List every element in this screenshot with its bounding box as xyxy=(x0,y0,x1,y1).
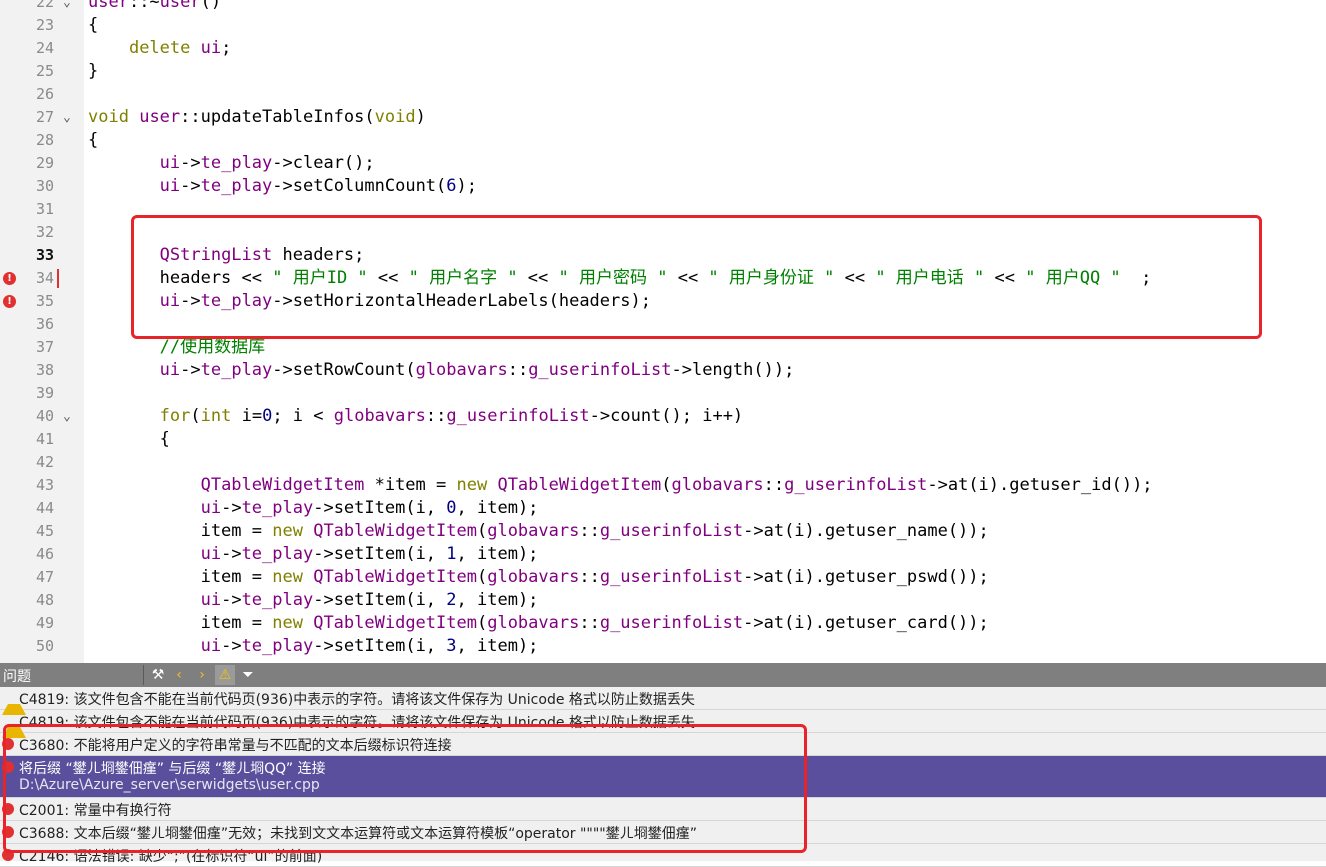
code-line-23[interactable]: 23 { xyxy=(0,14,1326,37)
code-text[interactable]: QTableWidgetItem *item = new QTableWidge… xyxy=(88,474,1153,497)
issue-text: C4819: 该文件包含不能在当前代码页(936)中表示的字符。请将该文件保存为… xyxy=(19,692,695,708)
issues-title: 问题 xyxy=(3,669,31,685)
line-number: 39 xyxy=(35,384,54,402)
chevron-left-icon[interactable]: ‹ xyxy=(169,665,189,685)
code-text[interactable]: ui->te_play->setRowCount(globavars::g_us… xyxy=(88,359,795,382)
error-marker-icon[interactable]: ! xyxy=(3,272,16,285)
code-editor[interactable]: 22 ⌄ user::~user() 23{24 delete ui; 25} 26 27 ⌄… xyxy=(0,0,1326,663)
error-marker-icon[interactable]: ! xyxy=(3,295,16,308)
code-line-48[interactable]: 48 ui->te_play->setItem(i, 2, item); xyxy=(0,589,1326,612)
code-text[interactable]: user::~user() xyxy=(88,0,221,14)
issues-annotation-box xyxy=(3,724,807,853)
line-number: 29 xyxy=(35,154,54,172)
line-number: 27 xyxy=(35,108,54,126)
line-number: 46 xyxy=(35,545,54,563)
line-number: 36 xyxy=(35,315,54,333)
code-line-24[interactable]: 24 delete ui; xyxy=(0,37,1326,60)
code-line-44[interactable]: 44 ui->te_play->setItem(i, 0, item); xyxy=(0,497,1326,520)
code-line-27[interactable]: 27 ⌄ void user::updateTableInfos(void) xyxy=(0,106,1326,129)
fold-chevron-icon[interactable]: ⌄ xyxy=(63,405,71,428)
line-number: 49 xyxy=(35,614,54,632)
line-number: 25 xyxy=(35,62,54,80)
line-number: 24 xyxy=(35,39,54,57)
code-text[interactable]: { xyxy=(88,428,170,451)
line-number: 47 xyxy=(35,568,54,586)
line-number: 33 xyxy=(35,246,54,264)
code-text[interactable]: item = new QTableWidgetItem(globavars::g… xyxy=(88,520,989,543)
code-line-47[interactable]: 47 item = new QTableWidgetItem(globavars… xyxy=(0,566,1326,589)
code-line-46[interactable]: 46 ui->te_play->setItem(i, 1, item); xyxy=(0,543,1326,566)
code-line-38[interactable]: 38 ui->te_play->setRowCount(globavars::g… xyxy=(0,359,1326,382)
editor-annotation-box xyxy=(131,215,1262,339)
code-line-30[interactable]: 30 ui->te_play->setColumnCount(6); xyxy=(0,175,1326,198)
line-number: 26 xyxy=(35,85,54,103)
code-line-29[interactable]: 29 ui->te_play->clear(); xyxy=(0,152,1326,175)
code-line-39[interactable]: 39 xyxy=(0,382,1326,405)
code-line-45[interactable]: 45 item = new QTableWidgetItem(globavars… xyxy=(0,520,1326,543)
code-line-43[interactable]: 43 QTableWidgetItem *item = new QTableWi… xyxy=(0,474,1326,497)
code-text[interactable]: ui->te_play->setItem(i, 0, item); xyxy=(88,497,539,520)
code-text[interactable]: { xyxy=(88,129,98,152)
code-text[interactable]: ui->te_play->setItem(i, 3, item); xyxy=(88,635,539,658)
line-number: 32 xyxy=(35,223,54,241)
chevron-right-icon[interactable]: › xyxy=(192,665,212,685)
fold-chevron-icon[interactable]: ⌄ xyxy=(63,106,71,129)
error-change-bar xyxy=(57,269,59,288)
code-line-49[interactable]: 49 item = new QTableWidgetItem(globavars… xyxy=(0,612,1326,635)
line-number: 22 xyxy=(35,0,54,11)
code-text[interactable]: } xyxy=(88,60,98,83)
code-text[interactable]: ui->te_play->clear(); xyxy=(88,152,375,175)
line-number: 45 xyxy=(35,522,54,540)
line-number: 34 xyxy=(35,269,54,287)
line-number: 44 xyxy=(35,499,54,517)
code-line-42[interactable]: 42 xyxy=(0,451,1326,474)
line-number: 31 xyxy=(35,200,54,218)
line-number: 23 xyxy=(35,16,54,34)
filter-icon[interactable]: ⏷ xyxy=(238,665,258,685)
code-line-41[interactable]: 41 { xyxy=(0,428,1326,451)
code-text[interactable]: item = new QTableWidgetItem(globavars::g… xyxy=(88,566,989,589)
code-text[interactable]: ui->te_play->setColumnCount(6); xyxy=(88,175,477,198)
line-number: 38 xyxy=(35,361,54,379)
line-number: 50 xyxy=(35,637,54,655)
toolbar-separator xyxy=(143,665,144,685)
line-number: 35 xyxy=(35,292,54,310)
code-text[interactable]: delete ui; xyxy=(88,37,231,60)
code-text[interactable]: for(int i=0; i < globavars::g_userinfoLi… xyxy=(88,405,744,428)
code-text[interactable]: { xyxy=(88,14,98,37)
code-line-26[interactable]: 26 xyxy=(0,83,1326,106)
code-line-25[interactable]: 25} xyxy=(0,60,1326,83)
code-line-40[interactable]: 40 ⌄ for(int i=0; i < globavars::g_userin… xyxy=(0,405,1326,428)
line-number: 42 xyxy=(35,453,54,471)
code-line-22[interactable]: 22 ⌄ user::~user() xyxy=(0,0,1326,14)
issues-toolbar: 问题 ⚒ ‹ › ⚠ ⏷ xyxy=(0,663,1326,687)
line-number: 48 xyxy=(35,591,54,609)
code-text[interactable]: //使用数据库 xyxy=(88,336,265,359)
code-line-28[interactable]: 28 { xyxy=(0,129,1326,152)
hammer-icon[interactable]: ⚒ xyxy=(148,665,168,685)
code-text[interactable]: item = new QTableWidgetItem(globavars::g… xyxy=(88,612,989,635)
code-line-50[interactable]: 50 ui->te_play->setItem(i, 3, item); xyxy=(0,635,1326,658)
line-number: 40 xyxy=(35,407,54,425)
code-text[interactable]: ui->te_play->setItem(i, 1, item); xyxy=(88,543,539,566)
line-number: 30 xyxy=(35,177,54,195)
fold-chevron-icon[interactable]: ⌄ xyxy=(63,0,71,14)
code-line-37[interactable]: 37 //使用数据库 xyxy=(0,336,1326,359)
code-text[interactable]: ui->te_play->setItem(i, 2, item); xyxy=(88,589,539,612)
issue-item[interactable]: C4819: 该文件包含不能在当前代码页(936)中表示的字符。请将该文件保存为… xyxy=(0,687,1326,715)
line-number: 28 xyxy=(35,131,54,149)
warning-icon[interactable]: ⚠ xyxy=(215,665,235,685)
line-number: 43 xyxy=(35,476,54,494)
code-text[interactable]: void user::updateTableInfos(void) xyxy=(88,106,426,129)
line-number: 41 xyxy=(35,430,54,448)
line-number: 37 xyxy=(35,338,54,356)
